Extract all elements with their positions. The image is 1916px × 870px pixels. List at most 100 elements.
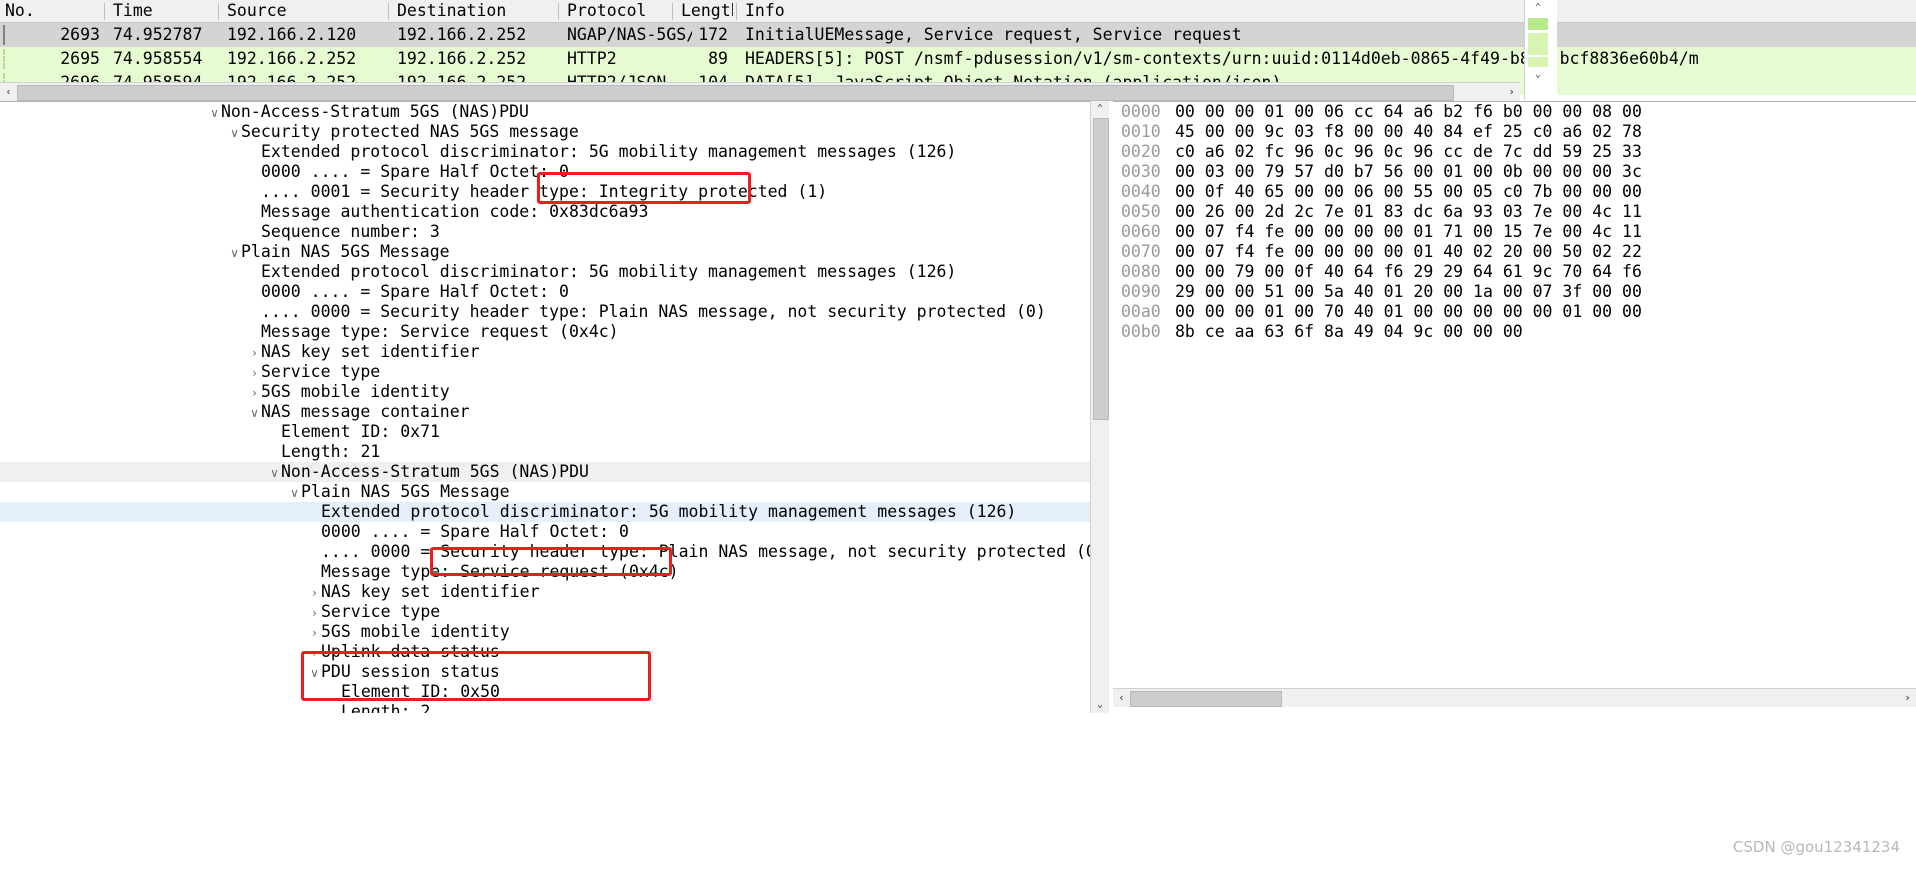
tree-row-label: Length: 21: [281, 442, 381, 461]
tree-row[interactable]: ∨ Security protected NAS 5GS message: [0, 122, 1108, 142]
column-divider[interactable]: [104, 3, 105, 20]
scroll-left-arrow-icon[interactable]: ‹: [0, 83, 17, 101]
hex-dump-row[interactable]: 0020 c0 a6 02 fc 96 0c 96 0c 96 cc de 7c …: [1113, 142, 1916, 162]
tree-row[interactable]: .... 0001 = Security header type: Integr…: [0, 182, 1108, 202]
tree-row[interactable]: ∨ Plain NAS 5GS Message: [0, 242, 1108, 262]
packet-list-hscrollbar[interactable]: ‹ ›: [0, 82, 1520, 101]
chevron-down-icon[interactable]: ∨: [288, 483, 301, 503]
tree-row[interactable]: Message authentication code: 0x83dc6a93: [0, 202, 1108, 222]
tree-row[interactable]: Message type: Service request (0x4c): [0, 322, 1108, 342]
tree-row[interactable]: 0000 .... = Spare Half Octet: 0: [0, 282, 1108, 302]
column-header-length[interactable]: Length: [676, 0, 733, 22]
column-header-destination[interactable]: Destination: [392, 0, 557, 22]
hex-offset: 0080: [1121, 262, 1161, 281]
column-divider[interactable]: [736, 3, 737, 20]
tree-row[interactable]: Element ID: 0x50: [0, 682, 1108, 702]
chevron-down-icon[interactable]: ∨: [228, 243, 241, 263]
tree-row[interactable]: ∨ Non-Access-Stratum 5GS (NAS)PDU: [0, 462, 1108, 482]
tree-row[interactable]: ∨ Plain NAS 5GS Message: [0, 482, 1108, 502]
tree-row[interactable]: .... 0000 = Security header type: Plain …: [0, 542, 1108, 562]
chevron-right-icon[interactable]: ›: [308, 583, 321, 603]
scroll-right-arrow-icon[interactable]: ›: [1503, 83, 1520, 101]
hex-dump-row[interactable]: 0060 00 07 f4 fe 00 00 00 00 01 71 00 15 …: [1113, 222, 1916, 242]
tree-row[interactable]: Extended protocol discriminator: 5G mobi…: [0, 142, 1108, 162]
hex-dump-row[interactable]: 00a0 00 00 00 01 00 70 40 01 00 00 00 00 …: [1113, 302, 1916, 322]
hex-dump-row[interactable]: 00b0 8b ce aa 63 6f 8a 49 04 9c 00 00 00: [1113, 322, 1916, 342]
column-header-source[interactable]: Source: [222, 0, 387, 22]
chevron-right-icon[interactable]: ›: [248, 383, 261, 403]
column-header-no[interactable]: No.: [0, 0, 105, 22]
tree-row[interactable]: ∨ PDU session status: [0, 662, 1108, 682]
hex-scroll-right-icon[interactable]: ›: [1899, 689, 1916, 707]
scroll-up-arrow-icon[interactable]: ⌃: [1529, 1, 1547, 15]
packet-bytes-pane[interactable]: 0000 00 00 00 01 00 06 cc 64 a6 b2 f6 b0 …: [1113, 101, 1916, 714]
chevron-right-icon[interactable]: ›: [248, 363, 261, 383]
hex-dump-row[interactable]: 0030 00 03 00 79 57 d0 b7 56 00 01 00 0b …: [1113, 162, 1916, 182]
column-divider[interactable]: [672, 3, 673, 20]
chevron-right-icon[interactable]: ›: [308, 603, 321, 623]
packet-list-pane[interactable]: No.TimeSourceDestinationProtocolLengthIn…: [0, 0, 1916, 101]
detail-vscrollbar[interactable]: ⌃ ⌄: [1090, 101, 1109, 713]
hex-dump-row[interactable]: 0090 29 00 00 51 00 5a 40 01 20 00 1a 00 …: [1113, 282, 1916, 302]
tree-row[interactable]: › NAS key set identifier: [0, 582, 1108, 602]
tree-row[interactable]: › Service type: [0, 362, 1108, 382]
chevron-down-icon[interactable]: ∨: [208, 103, 221, 123]
tree-row[interactable]: Sequence number: 3: [0, 222, 1108, 242]
tree-row[interactable]: Length: 21: [0, 442, 1108, 462]
tree-row[interactable]: .... 0000 = Security header type: Plain …: [0, 302, 1108, 322]
hex-dump-row[interactable]: 0070 00 07 f4 fe 00 00 00 00 01 40 02 20 …: [1113, 242, 1916, 262]
tree-row[interactable]: › Uplink data status: [0, 642, 1108, 662]
tree-row-label: .... 0000 = Security header type: Plain …: [321, 542, 1106, 561]
tree-row[interactable]: Element ID: 0x71: [0, 422, 1108, 442]
hex-dump-row[interactable]: 0010 45 00 00 9c 03 f8 00 00 40 84 ef 25 …: [1113, 122, 1916, 142]
minimap-green-marker: [1528, 33, 1548, 55]
tree-row[interactable]: 0000 .... = Spare Half Octet: 0: [0, 162, 1108, 182]
chevron-right-icon[interactable]: ›: [308, 623, 321, 643]
column-header-info[interactable]: Info: [740, 0, 1915, 22]
scroll-down-arrow-icon[interactable]: ⌄: [1529, 68, 1547, 82]
chevron-right-icon[interactable]: ›: [308, 643, 321, 663]
column-divider[interactable]: [218, 3, 219, 20]
hex-dump[interactable]: 0000 00 00 00 01 00 06 cc 64 a6 b2 f6 b0 …: [1113, 102, 1916, 342]
tree-row[interactable]: Extended protocol discriminator: 5G mobi…: [0, 262, 1108, 282]
column-divider[interactable]: [558, 3, 559, 20]
tree-row-label: Element ID: 0x50: [341, 682, 500, 701]
tree-row[interactable]: › NAS key set identifier: [0, 342, 1108, 362]
hex-scroll-left-icon[interactable]: ‹: [1113, 689, 1130, 707]
hex-hscroll-thumb[interactable]: [1130, 691, 1282, 707]
tree-row[interactable]: ∨ NAS message container: [0, 402, 1108, 422]
tree-row-label: Extended protocol discriminator: 5G mobi…: [261, 142, 957, 161]
column-header-time[interactable]: Time: [108, 0, 223, 22]
tree-row[interactable]: 0000 .... = Spare Half Octet: 0: [0, 522, 1108, 542]
tree-row[interactable]: › 5GS mobile identity: [0, 382, 1108, 402]
hex-dump-row[interactable]: 0040 00 0f 40 65 00 00 06 00 55 00 05 c0 …: [1113, 182, 1916, 202]
tree-row[interactable]: › Service type: [0, 602, 1108, 622]
packet-row[interactable]: 2693 74.952787 192.166.2.120 192.166.2.252 N…: [0, 23, 1916, 47]
hex-dump-row[interactable]: 0050 00 26 00 2d 2c 7e 01 83 dc 6a 93 03 …: [1113, 202, 1916, 222]
packet-row[interactable]: 2695 74.958554 192.166.2.252 192.166.2.252 H…: [0, 47, 1916, 71]
packet-detail-pane[interactable]: ∨ Non-Access-Stratum 5GS (NAS)PDU ∨ Securit…: [0, 101, 1109, 714]
tree-row-label: NAS key set identifier: [321, 582, 540, 601]
hscroll-thumb[interactable]: [17, 85, 1454, 101]
tree-row[interactable]: ∨ Non-Access-Stratum 5GS (NAS)PDU: [0, 102, 1108, 122]
protocol-tree[interactable]: ∨ Non-Access-Stratum 5GS (NAS)PDU ∨ Securit…: [0, 102, 1108, 714]
chevron-down-icon[interactable]: ∨: [268, 463, 281, 483]
chevron-right-icon[interactable]: ›: [248, 343, 261, 363]
tree-row-label: PDU session status: [321, 662, 500, 681]
hex-dump-row[interactable]: 0000 00 00 00 01 00 06 cc 64 a6 b2 f6 b0 …: [1113, 102, 1916, 122]
hex-dump-row[interactable]: 0080 00 00 79 00 0f 40 64 f6 29 29 64 61 …: [1113, 262, 1916, 282]
column-divider[interactable]: [388, 3, 389, 20]
chevron-down-icon[interactable]: ∨: [228, 123, 241, 143]
hex-hscrollbar[interactable]: ‹ ›: [1113, 688, 1916, 707]
chevron-down-icon[interactable]: ∨: [308, 663, 321, 683]
tree-row[interactable]: Extended protocol discriminator: 5G mobi…: [0, 502, 1108, 522]
tree-row[interactable]: Message type: Service request (0x4c): [0, 562, 1108, 582]
chevron-down-icon[interactable]: ∨: [248, 403, 261, 423]
tree-row-label: Non-Access-Stratum 5GS (NAS)PDU: [281, 462, 589, 481]
tree-row[interactable]: › 5GS mobile identity: [0, 622, 1108, 642]
detail-vscroll-thumb[interactable]: [1093, 118, 1109, 420]
detail-scroll-up-icon[interactable]: ⌃: [1091, 101, 1109, 117]
packet-list-header[interactable]: No.TimeSourceDestinationProtocolLengthIn…: [0, 0, 1916, 23]
detail-scroll-down-icon[interactable]: ⌄: [1091, 697, 1109, 713]
packet-list-vscrollbar[interactable]: ⌃ ⌄: [1524, 0, 1557, 100]
